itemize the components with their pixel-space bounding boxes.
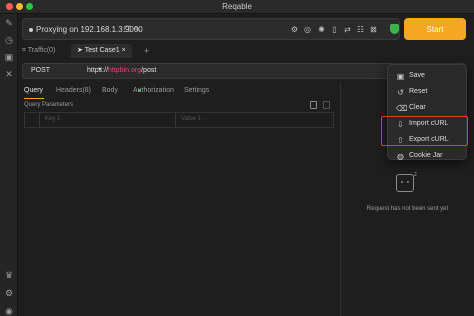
start-button[interactable]: Start bbox=[404, 18, 466, 40]
left-sidebar: ✎ ◷ ▣ ✕ ♛ ⚙ ◉ bbox=[0, 14, 18, 316]
globe-icon[interactable]: ◎ bbox=[303, 25, 312, 34]
delete-params-icon[interactable] bbox=[323, 101, 330, 109]
new-tab-button[interactable]: + bbox=[144, 44, 149, 58]
method-select[interactable]: POST bbox=[31, 67, 50, 74]
tools-icon[interactable]: ✕ bbox=[4, 69, 14, 79]
mobile-icon[interactable]: ▯ bbox=[330, 25, 339, 34]
cookie-icon: ◍ bbox=[397, 152, 404, 161]
request-subtabs: Query Headers(8) Body Authorization Sett… bbox=[22, 87, 340, 99]
clear-icon: ⌫ bbox=[396, 104, 408, 113]
menu-item-reset[interactable]: ↺ Reset bbox=[388, 84, 466, 100]
capture-icon[interactable]: ✎ bbox=[4, 18, 14, 28]
subtab-authorization[interactable]: Authorization bbox=[133, 87, 174, 94]
highlight-box bbox=[381, 116, 468, 146]
script-icon[interactable]: ☷ bbox=[356, 25, 365, 34]
subtab-body[interactable]: Body bbox=[102, 87, 118, 94]
history-icon[interactable]: ◷ bbox=[4, 35, 14, 45]
subtab-query[interactable]: Query bbox=[24, 87, 43, 94]
subtab-headers[interactable]: Headers(8) bbox=[56, 87, 91, 94]
sleeping-robot-icon bbox=[396, 174, 414, 192]
close-tab-icon[interactable]: × bbox=[122, 47, 126, 54]
empty-state-text: Request has not been sent yet bbox=[366, 206, 449, 212]
gear-icon[interactable]: ⚙ bbox=[290, 25, 299, 34]
pane-divider[interactable] bbox=[340, 83, 341, 316]
save-icon: ▣ bbox=[396, 72, 405, 81]
subtab-settings[interactable]: Settings bbox=[184, 87, 209, 94]
account-icon[interactable]: ◉ bbox=[4, 306, 14, 316]
reset-icon: ↺ bbox=[397, 88, 404, 97]
send-icon: ➤ bbox=[77, 47, 85, 54]
key-input[interactable]: Key 1 bbox=[45, 116, 60, 122]
tab-bar: ⌗ Traffic(0) ➤ Test Case1 × + bbox=[18, 44, 474, 58]
sleep-badge: z bbox=[414, 172, 417, 178]
tab-traffic[interactable]: ⌗ Traffic(0) bbox=[22, 44, 55, 58]
menu-item-save[interactable]: ▣ Save bbox=[388, 68, 466, 84]
rewrite-icon[interactable]: ⇄ bbox=[343, 25, 352, 34]
tab-test-case[interactable]: ➤ Test Case1 × bbox=[71, 44, 132, 58]
settings-icon[interactable]: ⚙ bbox=[4, 288, 14, 298]
copy-params-icon[interactable] bbox=[310, 101, 317, 109]
copy-icon[interactable]: ❐ bbox=[123, 25, 132, 34]
active-subtab-indicator bbox=[24, 98, 44, 99]
crown-icon[interactable]: ♛ bbox=[4, 270, 14, 280]
query-params-table: Key 1 Value 1 bbox=[24, 112, 334, 128]
window-title: Reqable bbox=[222, 2, 252, 11]
app-window: Reqable ✎ ◷ ▣ ✕ ♛ ⚙ ◉ Proxying on 192.16… bbox=[0, 0, 474, 316]
bug-icon[interactable]: ✺ bbox=[317, 25, 326, 34]
collection-icon[interactable]: ▣ bbox=[4, 52, 14, 62]
shield-icon[interactable] bbox=[390, 24, 399, 34]
edit-icon[interactable]: ✎ bbox=[133, 25, 142, 34]
proxy-status-dot bbox=[29, 28, 33, 32]
proxy-bar: Proxying on 192.168.1.3:9000 ❐ ✎ ⚙ ◎ ✺ ▯… bbox=[22, 18, 400, 40]
certificate-icon[interactable]: ⊠ bbox=[369, 25, 378, 34]
url-input[interactable]: https://httpbin.org/post bbox=[87, 67, 156, 74]
title-bar: Reqable bbox=[0, 0, 474, 14]
menu-item-cookie-jar[interactable]: ◍ Cookie Jar bbox=[388, 148, 466, 164]
menu-item-clear[interactable]: ⌫ Clear bbox=[388, 100, 466, 116]
query-params-label: Query Parameters bbox=[24, 102, 74, 108]
value-input[interactable]: Value 1 bbox=[181, 116, 201, 122]
